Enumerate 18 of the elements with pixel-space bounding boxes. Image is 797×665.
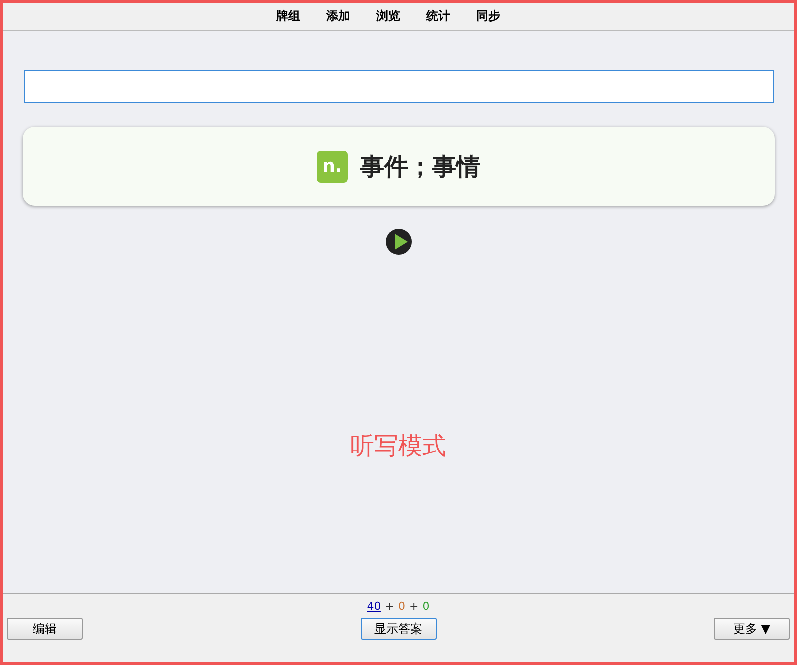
meaning-text: 事件；事情 <box>360 152 480 182</box>
menu-link[interactable]: 添加 <box>326 8 350 25</box>
count-text: + <box>385 600 394 613</box>
count-text: 40 <box>367 600 382 613</box>
edit-button[interactable]: 编辑 <box>7 618 83 640</box>
menu-link[interactable]: 牌组 <box>276 8 300 25</box>
count-text: 0 <box>398 600 406 613</box>
play-icon[interactable] <box>384 228 412 256</box>
part-of-speech-badge: n. <box>316 150 348 182</box>
mode-label: 听写模式 <box>350 431 446 462</box>
menu-link[interactable]: 统计 <box>426 8 450 25</box>
show-answer-button[interactable]: 显示答案 <box>360 618 436 640</box>
more-button[interactable]: 更多 ▼ <box>714 618 790 640</box>
menu-link[interactable]: 浏览 <box>376 8 400 25</box>
count-text: 0 <box>422 600 430 613</box>
count-text: + <box>410 600 419 613</box>
answer-field[interactable] <box>24 70 774 103</box>
menu-link[interactable]: 同步 <box>476 8 500 25</box>
